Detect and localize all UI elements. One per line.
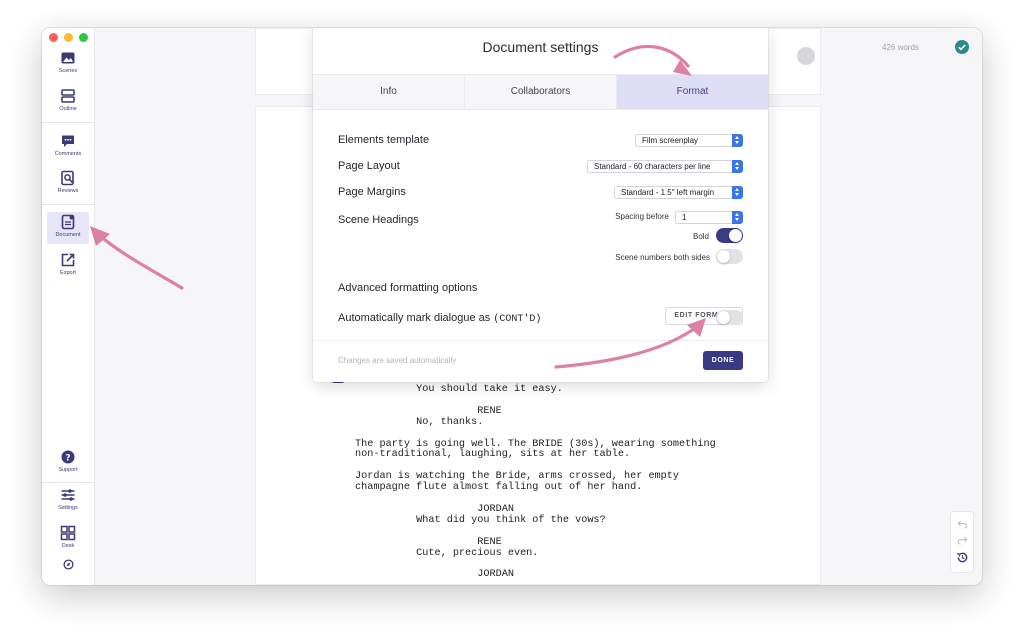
select-value: Film screenplay bbox=[642, 136, 699, 145]
sidebar: Scenes Outline Comments Reviews Document… bbox=[42, 28, 95, 585]
contd-label: Automatically mark dialogue as (CONT'D) bbox=[338, 312, 541, 325]
sidebar-divider bbox=[42, 204, 95, 205]
script-line: No, thanks. bbox=[355, 416, 484, 428]
select-arrow-icon bbox=[732, 134, 743, 147]
select-arrow-icon bbox=[732, 186, 743, 199]
bold-label: Bold bbox=[692, 232, 709, 241]
spacing-before-label: Spacing before bbox=[615, 212, 669, 221]
compass-icon[interactable] bbox=[63, 559, 74, 570]
sidebar-item-outline[interactable]: Outline bbox=[47, 86, 89, 118]
sidebar-item-label: Desk bbox=[61, 543, 75, 549]
contd-code: (CONT'D) bbox=[493, 314, 542, 325]
toggle-knob bbox=[717, 311, 730, 324]
sidebar-item-label: Comments bbox=[54, 151, 82, 157]
word-count: 426 words bbox=[882, 43, 919, 52]
tab-collaborators[interactable]: Collaborators bbox=[465, 75, 617, 109]
scene-numbers-toggle[interactable] bbox=[716, 249, 743, 264]
sidebar-item-label: Support bbox=[58, 467, 78, 473]
script-line: Cute, precious even. bbox=[355, 547, 539, 559]
sidebar-item-comments[interactable]: Comments bbox=[47, 131, 89, 163]
svg-text:?: ? bbox=[65, 453, 70, 463]
select-value: 1 bbox=[682, 213, 687, 222]
toggle-knob bbox=[729, 229, 742, 242]
script-line: RENE bbox=[355, 536, 502, 548]
script-line: Jordan is watching the Bride, arms cross… bbox=[355, 471, 680, 483]
autosave-note: Changes are saved automatically bbox=[338, 356, 457, 365]
history-toolbar bbox=[950, 511, 974, 573]
page-layout-label: Page Layout bbox=[338, 160, 400, 172]
toggle-knob bbox=[717, 250, 730, 263]
outline-icon bbox=[61, 89, 75, 103]
script-line: non-traditional, laughing, sits at her t… bbox=[355, 449, 631, 461]
script-line: champagne flute almost falling out of he… bbox=[355, 482, 643, 494]
sidebar-item-document[interactable]: Document bbox=[47, 212, 89, 244]
grid-icon bbox=[60, 525, 76, 541]
script-line: The party is going well. The BRIDE (30s)… bbox=[355, 438, 716, 450]
scene-numbers-label: Scene numbers both sides bbox=[615, 253, 710, 262]
sidebar-item-label: Settings bbox=[58, 505, 78, 511]
tab-info[interactable]: Info bbox=[313, 75, 465, 109]
script-line: RENE bbox=[355, 405, 502, 417]
sidebar-divider bbox=[42, 122, 95, 123]
sidebar-divider bbox=[42, 482, 95, 483]
tab-format[interactable]: Format bbox=[617, 75, 768, 109]
sliders-icon bbox=[61, 489, 75, 501]
advanced-formatting-label: Advanced formatting options bbox=[338, 282, 478, 294]
sidebar-item-reviews[interactable]: Reviews bbox=[47, 168, 89, 200]
export-icon bbox=[61, 253, 75, 267]
contd-text: Automatically mark dialogue as bbox=[338, 312, 491, 324]
select-arrow-icon bbox=[732, 211, 743, 224]
scene-headings-label: Scene Headings bbox=[338, 214, 419, 226]
select-value: Standard - 60 characters per line bbox=[594, 162, 711, 171]
redo-icon[interactable] bbox=[957, 535, 968, 545]
elements-template-label: Elements template bbox=[338, 134, 430, 146]
page-margins-select[interactable]: Standard - 1.5" left margin bbox=[614, 186, 743, 199]
image-icon bbox=[61, 52, 75, 64]
script-line: What did you think of the vows? bbox=[355, 514, 606, 526]
sidebar-item-label: Document bbox=[55, 232, 81, 238]
sidebar-item-export[interactable]: Export bbox=[47, 250, 89, 282]
minimize-window-button[interactable] bbox=[64, 33, 73, 42]
document-settings-dialog: Document settings Info Collaborators For… bbox=[313, 28, 768, 382]
bold-toggle[interactable] bbox=[716, 228, 743, 243]
page-margins-label: Page Margins bbox=[338, 186, 406, 198]
sidebar-item-support[interactable]: ? Support bbox=[47, 447, 89, 479]
sidebar-item-desk[interactable]: Desk bbox=[47, 523, 89, 555]
app-window: Scenes Outline Comments Reviews Document… bbox=[42, 28, 982, 585]
page-layout-select[interactable]: Standard - 60 characters per line bbox=[587, 160, 743, 173]
contd-toggle[interactable] bbox=[716, 310, 743, 325]
sidebar-item-label: Reviews bbox=[57, 188, 79, 194]
review-icon bbox=[61, 170, 74, 186]
done-button[interactable]: DONE bbox=[703, 351, 743, 370]
script-line: You should take it easy. bbox=[355, 384, 563, 395]
spacing-before-select[interactable]: 1 bbox=[675, 211, 743, 224]
sidebar-item-label: Export bbox=[60, 270, 76, 276]
comment-icon bbox=[62, 135, 74, 147]
undo-icon[interactable] bbox=[957, 519, 968, 529]
script-line: JORDAN bbox=[355, 569, 514, 581]
help-icon: ? bbox=[61, 450, 75, 464]
zoom-window-button[interactable] bbox=[79, 33, 88, 42]
sidebar-item-label: Scenes bbox=[58, 68, 78, 74]
elements-template-select[interactable]: Film screenplay bbox=[635, 134, 743, 147]
close-window-button[interactable] bbox=[49, 33, 58, 42]
select-arrow-icon bbox=[732, 160, 743, 173]
sidebar-item-settings[interactable]: Settings bbox=[47, 485, 89, 517]
select-value: Standard - 1.5" left margin bbox=[621, 188, 715, 197]
page-icon[interactable] bbox=[797, 47, 815, 65]
dialog-footer-divider bbox=[313, 340, 768, 341]
dialog-title: Document settings bbox=[482, 39, 599, 55]
history-icon[interactable] bbox=[956, 551, 969, 564]
document-icon bbox=[61, 214, 75, 230]
script-line: JORDAN bbox=[355, 503, 514, 515]
sidebar-item-scenes[interactable]: Scenes bbox=[47, 48, 89, 80]
check-icon bbox=[955, 40, 969, 54]
sidebar-item-label: Outline bbox=[59, 106, 77, 112]
settings-tabs: Info Collaborators Format bbox=[313, 74, 768, 110]
